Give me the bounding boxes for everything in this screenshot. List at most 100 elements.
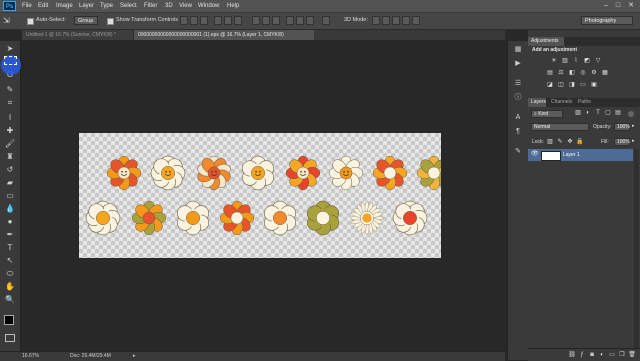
zoom-tool-icon[interactable]: 🔍 — [4, 295, 16, 304]
curves-icon[interactable]: ⌇ — [572, 58, 580, 65]
menu-select[interactable]: Select — [120, 0, 137, 12]
channel-mixer-icon[interactable]: ⚙ — [590, 70, 598, 77]
opacity-arrow-icon[interactable]: ▸ — [632, 123, 635, 129]
tab-channels[interactable]: Channels — [548, 98, 572, 107]
eraser-tool-icon[interactable]: ▰ — [4, 178, 16, 187]
selective-color-icon[interactable]: ▣ — [590, 82, 598, 89]
document-canvas[interactable] — [79, 133, 452, 258]
menu-window[interactable]: Window — [198, 0, 219, 12]
3d-slide-icon[interactable] — [402, 16, 410, 25]
quick-mask-icon[interactable] — [5, 334, 15, 342]
tab-eps-document[interactable]: 00000000000000000000001 (1).eps @ 16.7% … — [134, 30, 314, 40]
quick-select-tool-icon[interactable]: ✎ — [4, 85, 16, 94]
invert-icon[interactable]: ◪ — [546, 82, 554, 89]
move-tool-icon[interactable]: ⇲ — [3, 16, 17, 25]
distribute-left-icon[interactable] — [286, 16, 294, 25]
menu-edit[interactable]: Edit — [38, 0, 48, 12]
filter-adjustment-icon[interactable]: ◐ — [584, 110, 592, 117]
opacity-input[interactable]: 100% — [614, 123, 630, 131]
vibrance-icon[interactable]: ▽ — [594, 58, 602, 65]
minimize-icon[interactable]: – — [601, 1, 611, 10]
color-lookup-icon[interactable]: ▦ — [601, 70, 609, 77]
align-left-icon[interactable] — [214, 16, 222, 25]
add-mask-icon[interactable]: ◙ — [588, 352, 596, 359]
crop-tool-icon[interactable]: ⌗ — [4, 98, 16, 107]
tab-paths[interactable]: Paths — [575, 98, 593, 107]
lock-all-icon[interactable]: 🔒 — [576, 139, 584, 146]
align-top-icon[interactable] — [180, 16, 188, 25]
workspace-dropdown[interactable]: Photography — [581, 16, 633, 25]
menu-view[interactable]: View — [179, 0, 192, 12]
shape-tool-icon[interactable]: ⬭ — [4, 269, 16, 278]
filter-toggle[interactable] — [628, 111, 634, 117]
type-tool-icon[interactable]: T — [4, 243, 16, 252]
distribute-hcenter-icon[interactable] — [296, 16, 304, 25]
layer-row[interactable]: 👁 Layer 1 — [528, 149, 633, 161]
auto-select-dropdown[interactable]: Group — [74, 16, 98, 25]
filter-type-icon[interactable]: T — [594, 110, 602, 117]
new-layer-icon[interactable]: ❐ — [618, 352, 626, 359]
history-brush-tool-icon[interactable]: ↺ — [4, 165, 16, 174]
photo-filter-icon[interactable]: ◎ — [579, 70, 587, 77]
levels-icon[interactable]: ▥ — [561, 58, 569, 65]
move-tool-icon[interactable]: ➤ — [4, 44, 16, 53]
pen-tool-icon[interactable]: ✒ — [4, 230, 16, 239]
align-right-icon[interactable] — [234, 16, 242, 25]
distribute-top-icon[interactable] — [252, 16, 260, 25]
clone-stamp-tool-icon[interactable]: ♜ — [4, 152, 16, 161]
menu-type[interactable]: Type — [100, 0, 113, 12]
hue-saturation-icon[interactable]: ▤ — [546, 70, 554, 77]
auto-select-checkbox[interactable] — [27, 18, 34, 25]
3d-roll-icon[interactable] — [382, 16, 390, 25]
menu-filter[interactable]: Filter — [144, 0, 157, 12]
brightness-contrast-icon[interactable]: ☀ — [550, 58, 558, 65]
path-select-tool-icon[interactable]: ↖ — [4, 256, 16, 265]
layer-thumbnail[interactable] — [541, 151, 561, 161]
menu-file[interactable]: File — [22, 0, 32, 12]
new-adjustment-icon[interactable]: ◐ — [598, 352, 606, 359]
3d-pan-icon[interactable] — [392, 16, 400, 25]
filter-shape-icon[interactable]: ▢ — [604, 110, 612, 117]
threshold-icon[interactable]: ◨ — [568, 82, 576, 89]
fx-icon[interactable]: ƒ — [578, 352, 586, 359]
tab-layers[interactable]: Layers — [528, 98, 546, 107]
history-panel-icon[interactable]: ▦ — [512, 45, 524, 54]
info-panel-icon[interactable]: ⓘ — [512, 93, 524, 102]
link-layers-icon[interactable]: ⛓ — [568, 352, 576, 359]
blur-tool-icon[interactable]: 💧 — [4, 204, 16, 213]
align-hcenter-icon[interactable] — [224, 16, 232, 25]
hand-tool-icon[interactable]: ✋ — [4, 282, 16, 291]
lock-pixels-icon[interactable]: ✎ — [556, 139, 564, 146]
brush-tool-icon[interactable]: 🖌 — [4, 139, 16, 148]
menu-layer[interactable]: Layer — [79, 0, 94, 12]
black-white-icon[interactable]: ◧ — [568, 70, 576, 77]
gradient-map-icon[interactable]: ▭ — [579, 82, 587, 89]
character-panel-icon[interactable]: A — [512, 113, 524, 122]
delete-layer-icon[interactable]: 🗑 — [628, 352, 636, 359]
tab-adjustments[interactable]: Adjustments — [528, 37, 564, 46]
layer-kind-filter[interactable]: ⌕ Kind — [531, 110, 563, 118]
lock-transparency-icon[interactable]: ▨ — [546, 139, 554, 146]
auto-align-icon[interactable] — [322, 16, 330, 25]
layer-name[interactable]: Layer 1 — [563, 152, 580, 158]
distribute-vcenter-icon[interactable] — [262, 16, 270, 25]
marquee-tool-active-icon[interactable] — [4, 56, 17, 65]
eyedropper-tool-icon[interactable]: ǀ — [4, 113, 16, 122]
3d-scale-icon[interactable] — [412, 16, 420, 25]
status-arrow-icon[interactable]: ▸ — [133, 353, 136, 359]
properties-panel-icon[interactable]: ☰ — [512, 79, 524, 88]
layers-scrollbar[interactable] — [634, 149, 639, 349]
align-vcenter-icon[interactable] — [190, 16, 198, 25]
distribute-right-icon[interactable] — [306, 16, 314, 25]
actions-panel-icon[interactable]: ▶ — [512, 59, 524, 68]
zoom-level[interactable]: 16.67% — [22, 353, 39, 359]
3d-rotate-icon[interactable] — [372, 16, 380, 25]
dodge-tool-icon[interactable]: ● — [4, 217, 16, 226]
brush-panel-icon[interactable]: ✎ — [512, 147, 524, 156]
new-group-icon[interactable]: ▭ — [608, 352, 616, 359]
distribute-bottom-icon[interactable] — [272, 16, 280, 25]
menu-image[interactable]: Image — [56, 0, 73, 12]
paragraph-panel-icon[interactable]: ¶ — [512, 127, 524, 136]
filter-pixel-icon[interactable]: ▨ — [574, 110, 582, 117]
close-icon[interactable]: ✕ — [626, 1, 636, 10]
